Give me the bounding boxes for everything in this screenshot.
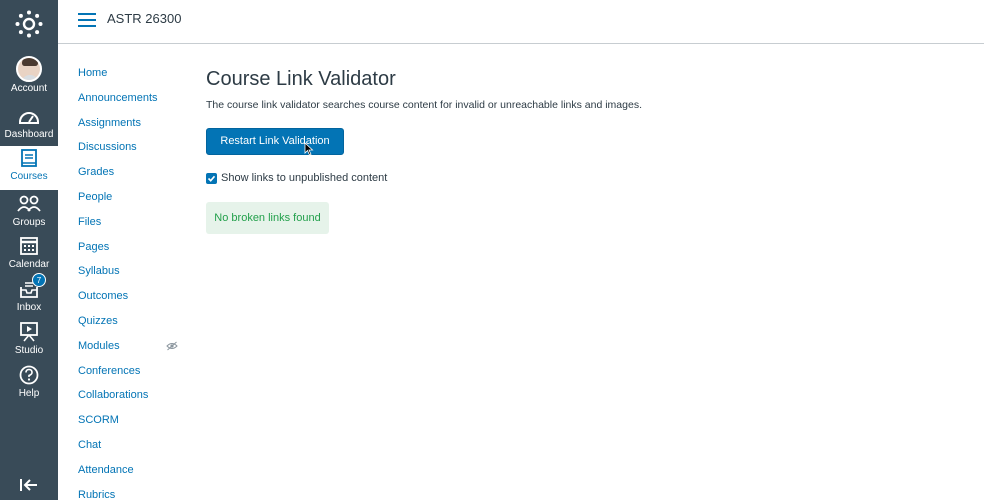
- course-nav-attendance[interactable]: Attendance: [78, 463, 188, 488]
- restart-link-validation-button[interactable]: Restart Link Validation: [206, 128, 344, 155]
- studio-icon: [20, 322, 38, 342]
- course-nav-pages[interactable]: Pages: [78, 240, 188, 265]
- course-nav-announcements[interactable]: Announcements: [78, 91, 188, 116]
- course-nav-outcomes[interactable]: Outcomes: [78, 289, 188, 314]
- global-nav-groups[interactable]: Groups: [0, 192, 58, 234]
- global-nav-help[interactable]: Help: [0, 363, 58, 405]
- global-nav-dashboard[interactable]: Dashboard: [0, 104, 58, 146]
- course-nav-conferences[interactable]: Conferences: [78, 364, 188, 389]
- course-nav-syllabus[interactable]: Syllabus: [78, 264, 188, 289]
- global-nav-label: Studio: [14, 345, 44, 356]
- global-nav: Account Dashboard Courses Groups Calenda…: [0, 0, 58, 500]
- global-nav-label: Dashboard: [4, 129, 54, 140]
- inbox-icon: [20, 282, 38, 298]
- top-header: ASTR 26300: [58, 0, 984, 44]
- hidden-eye-icon: [166, 341, 178, 351]
- page-title: Course Link Validator: [206, 68, 396, 90]
- avatar: [16, 56, 42, 82]
- course-nav-assignments[interactable]: Assignments: [78, 116, 188, 141]
- show-unpublished-checkbox-row[interactable]: Show links to unpublished content: [206, 172, 387, 184]
- show-unpublished-checkbox[interactable]: [206, 172, 217, 184]
- breadcrumb[interactable]: ASTR 26300: [107, 11, 181, 26]
- dashboard-icon: [19, 112, 39, 124]
- canvas-logo-icon[interactable]: [0, 0, 58, 48]
- course-nav-chat[interactable]: Chat: [78, 438, 188, 463]
- course-nav-people[interactable]: People: [78, 190, 188, 215]
- course-nav-modules-row: Modules: [78, 339, 188, 364]
- global-nav-label: Courses: [10, 171, 48, 182]
- hamburger-menu-icon[interactable]: [78, 13, 96, 27]
- checkmark-icon: [207, 175, 216, 182]
- unread-badge: 7: [32, 273, 46, 287]
- course-nav-grades[interactable]: Grades: [78, 165, 188, 190]
- mouse-cursor-icon: [304, 142, 314, 156]
- collapse-nav-icon[interactable]: [20, 478, 38, 492]
- page-description: The course link validator searches cours…: [206, 99, 642, 111]
- global-nav-studio[interactable]: Studio: [0, 320, 58, 362]
- global-nav-calendar[interactable]: Calendar: [0, 234, 58, 276]
- course-nav-files[interactable]: Files: [78, 215, 188, 240]
- global-nav-inbox[interactable]: 7 Inbox: [0, 273, 58, 319]
- course-nav-modules[interactable]: Modules: [78, 340, 120, 352]
- course-nav-scorm[interactable]: SCORM: [78, 413, 188, 438]
- course-nav-quizzes[interactable]: Quizzes: [78, 314, 188, 339]
- global-nav-account[interactable]: Account: [0, 56, 58, 98]
- global-nav-label: Account: [10, 83, 48, 94]
- validation-result-message: No broken links found: [206, 202, 329, 234]
- global-nav-label: Inbox: [16, 302, 42, 313]
- course-nav-discussions[interactable]: Discussions: [78, 140, 188, 165]
- show-unpublished-label: Show links to unpublished content: [221, 172, 388, 184]
- global-nav-label: Groups: [12, 217, 46, 228]
- courses-icon: [21, 149, 37, 167]
- course-nav-collaborations[interactable]: Collaborations: [78, 388, 188, 413]
- course-nav-rubrics[interactable]: Rubrics: [78, 488, 188, 500]
- course-nav: Home Announcements Assignments Discussio…: [78, 66, 188, 500]
- global-nav-courses[interactable]: Courses: [0, 146, 58, 190]
- groups-icon: [17, 195, 41, 212]
- global-nav-label: Calendar: [8, 259, 50, 270]
- calendar-icon: [20, 237, 38, 255]
- global-nav-label: Help: [18, 388, 40, 399]
- main-content: Course Link Validator The course link va…: [206, 66, 906, 234]
- help-icon: [19, 365, 39, 385]
- course-nav-home[interactable]: Home: [78, 66, 188, 91]
